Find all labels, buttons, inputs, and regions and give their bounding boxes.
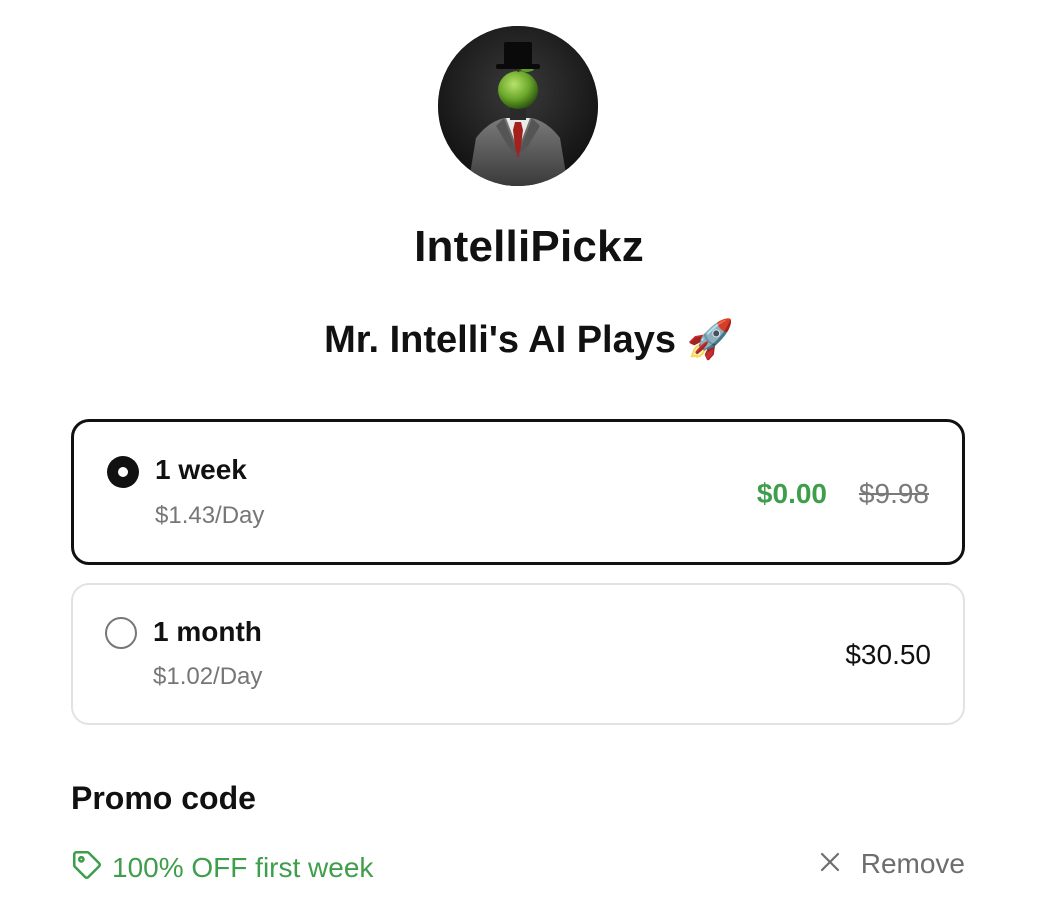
plan-per-day-price: $1.43/Day [155,502,265,529]
product-title: Mr. Intelli's AI Plays 🚀 [324,319,734,361]
radio-unselected[interactable] [105,617,137,649]
plan-label: 1 month [153,616,262,647]
applied-promo: 100% OFF first week [70,848,373,887]
tag-icon [70,848,104,887]
remove-label[interactable]: Remove [861,848,965,880]
close-icon[interactable] [819,851,841,878]
promo-applied-text: 100% OFF first week [112,851,374,883]
checkout-page: IntelliPickz Mr. Intelli's AI Plays 🚀 1 … [0,0,1058,922]
plan-option-1-week[interactable]: 1 week $1.43/Day $0.00 $9.98 [71,419,965,565]
merchant-avatar [438,26,598,186]
apple-face-businessman-icon [438,26,598,186]
plan-label: 1 week [155,454,247,485]
radio-selected[interactable] [107,456,139,488]
plan-price: $30.50 [845,639,931,670]
plan-discounted-price: $0.00 [756,478,827,509]
plan-original-price: $9.98 [858,478,929,509]
promo-code-heading: Promo code [71,780,256,816]
plan-per-day-price: $1.02/Day [153,663,263,690]
remove-promo-button[interactable]: Remove [819,848,965,880]
merchant-name: IntelliPickz [414,222,644,271]
plan-option-1-month[interactable]: 1 month $1.02/Day $30.50 [71,583,965,725]
